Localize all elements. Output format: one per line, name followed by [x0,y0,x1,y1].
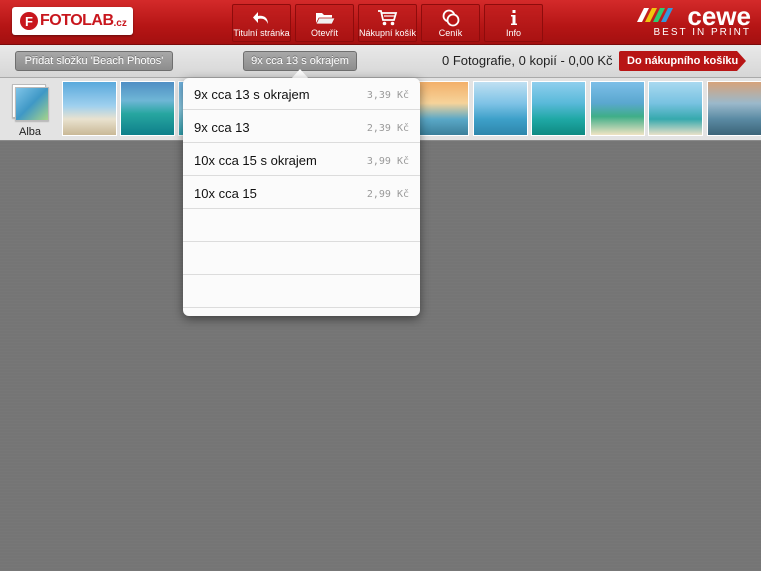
photo-thumbnail[interactable] [648,81,703,136]
format-popover: 9x cca 13 s okrajem 3,39 Kč 9x cca 13 2,… [183,78,420,316]
cart-icon [377,10,397,26]
photo-thumbnail[interactable] [62,81,117,136]
format-option[interactable]: 9x cca 13 s okrajem 3,39 Kč [183,78,420,110]
undo-arrow-icon [252,12,268,24]
fotolab-logo-suffix: .cz [113,17,127,29]
nav-open-button[interactable]: Otevřít [295,4,354,42]
fotolab-logo-text: FOTOLAB [40,12,114,29]
nav-home-label: Titulní stránka [233,28,290,38]
nav-info-label: Info [505,28,521,38]
empty-row [183,210,420,242]
format-option[interactable]: 9x cca 13 2,39 Kč [183,111,420,143]
empty-row [183,276,420,308]
format-option-price: 2,99 Kč [366,189,409,200]
add-to-cart-button[interactable]: Do nákupního košíku [619,51,746,71]
cewe-logo: cewe BEST IN PRINT [633,1,751,39]
nav-cart-button[interactable]: Nákupní košík [358,4,417,42]
nav-pricelist-label: Ceník [438,28,463,38]
format-option-name: 9x cca 13 s okrajem [194,87,310,102]
albums-button[interactable]: Alba [8,82,52,138]
fotolab-logo-mark: F [20,12,38,30]
nav-home-button[interactable]: Titulní stránka [232,4,291,42]
photo-thumbnail[interactable] [473,81,528,136]
format-option-name: 9x cca 13 [194,120,250,135]
empty-row [183,243,420,275]
photo-thumbnail[interactable] [120,81,175,136]
albums-icon [12,84,49,121]
format-option[interactable]: 10x cca 15 2,99 Kč [183,177,420,209]
info-icon [510,10,517,25]
photo-thumbnail[interactable] [707,81,761,136]
add-folder-button[interactable]: Přidat složku 'Beach Photos' [15,51,173,71]
format-option-name: 10x cca 15 [194,186,257,201]
action-bar: Přidat složku 'Beach Photos' 9x cca 13 s… [0,45,761,78]
photo-thumbnail[interactable] [414,81,469,136]
open-folder-icon [314,13,336,25]
format-option-price: 2,39 Kč [366,123,409,134]
order-summary: 0 Fotografie, 0 kopií - 0,00 Kč [442,53,613,68]
format-select-button[interactable]: 9x cca 13 s okrajem [243,51,357,71]
nav-open-label: Otevřít [310,28,338,38]
albums-label: Alba [18,126,42,138]
photo-thumbnail[interactable] [531,81,586,136]
nav-info-button[interactable]: Info [484,4,543,42]
cewe-tagline: BEST IN PRINT [653,27,751,38]
format-option-price: 3,99 Kč [366,156,409,167]
nav-pricelist-button[interactable]: Ceník [421,4,480,42]
format-option-name: 10x cca 15 s okrajem [194,153,317,168]
format-option-price: 3,39 Kč [366,90,409,101]
fotolab-logo[interactable]: F FOTOLAB .cz [12,7,133,35]
nav-cart-label: Nákupní košík [359,28,417,38]
photo-thumbnail[interactable] [590,81,645,136]
cewe-logo-mark [637,8,673,22]
format-option[interactable]: 10x cca 15 s okrajem 3,99 Kč [183,144,420,176]
coins-icon [442,9,459,27]
top-bar: F FOTOLAB .cz Titulní stránka Otevřít Ná… [0,0,761,45]
